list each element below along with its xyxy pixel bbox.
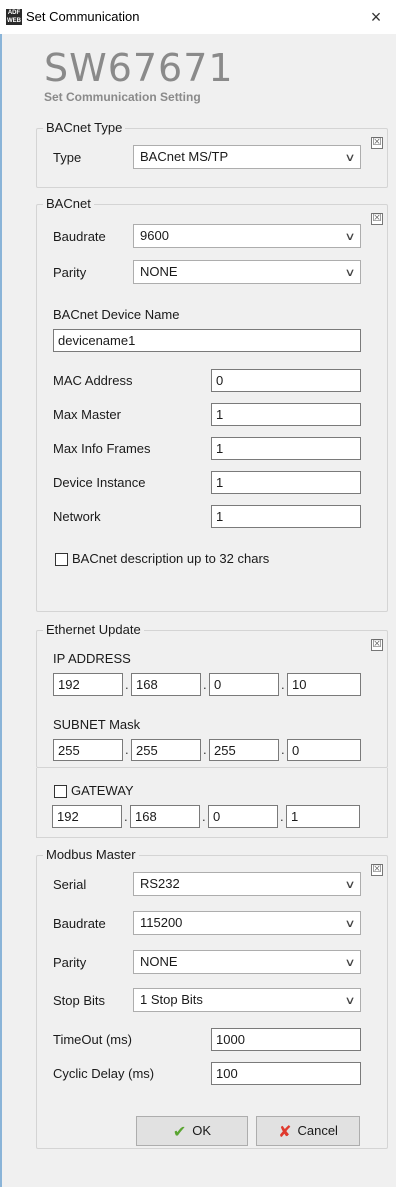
page-subtitle: Set Communication Setting xyxy=(44,90,201,104)
max-master-field[interactable]: 1 xyxy=(211,403,361,426)
modbus-baudrate-value: 115200 xyxy=(140,915,183,930)
ethernet-collapse-icon[interactable]: ☒ xyxy=(371,639,383,651)
subnet-separator: . xyxy=(281,742,285,757)
cyclic-delay-field[interactable]: 100 xyxy=(211,1062,361,1085)
ip-separator: . xyxy=(281,677,285,692)
window-title: Set Communication xyxy=(26,9,140,24)
device-instance-field[interactable]: 1 xyxy=(211,471,361,494)
chevron-down-icon: ∨ xyxy=(344,152,356,164)
bacnet-type-group: BACnet Type ☒ Type BACnet MS/TP ∨ xyxy=(36,120,388,188)
subnet-separator: . xyxy=(203,742,207,757)
modbus-master-group: Modbus Master ☒ Serial RS232 ∨ Baudrate … xyxy=(36,847,388,1149)
modbus-parity-value: NONE xyxy=(140,954,178,969)
desc32-label: BACnet description up to 32 chars xyxy=(72,551,270,566)
type-select[interactable]: BACnet MS/TP ∨ xyxy=(133,145,361,169)
product-code: SW67671 xyxy=(44,46,234,90)
subnet-separator: . xyxy=(125,742,129,757)
modbus-baudrate-label: Baudrate xyxy=(53,916,106,931)
device-name-label: BACnet Device Name xyxy=(53,307,180,322)
bacnet-parity-value: NONE xyxy=(140,264,178,279)
serial-label: Serial xyxy=(53,877,87,892)
serial-select[interactable]: RS232 ∨ xyxy=(133,872,361,896)
bacnet-baudrate-label: Baudrate xyxy=(53,229,106,244)
ip-octet-4[interactable]: 10 xyxy=(287,673,361,696)
window-left-border xyxy=(0,0,2,1187)
ok-button[interactable]: ✔ OK xyxy=(136,1116,248,1146)
stop-bits-value: 1 Stop Bits xyxy=(140,992,203,1007)
desc32-checkbox[interactable] xyxy=(55,553,68,566)
ip-separator: . xyxy=(203,677,207,692)
bacnet-group: BACnet ☒ Baudrate 9600 ∨ Parity NONE ∨ B… xyxy=(36,196,388,612)
bacnet-type-legend: BACnet Type xyxy=(43,120,126,136)
modbus-parity-label: Parity xyxy=(53,955,87,970)
bacnet-collapse-icon[interactable]: ☒ xyxy=(371,213,383,225)
modbus-baudrate-select[interactable]: 115200 ∨ xyxy=(133,911,361,935)
gateway-separator: . xyxy=(124,809,128,824)
chevron-down-icon: ∨ xyxy=(344,957,356,969)
network-field[interactable]: 1 xyxy=(211,505,361,528)
close-icon[interactable]: × xyxy=(364,5,388,29)
cancel-button[interactable]: ✘ Cancel xyxy=(256,1116,360,1146)
chevron-down-icon: ∨ xyxy=(344,995,356,1007)
cyclic-delay-label: Cyclic Delay (ms) xyxy=(53,1066,155,1081)
ip-separator: . xyxy=(125,677,129,692)
subnet-octet-4[interactable]: 0 xyxy=(287,739,361,761)
serial-select-value: RS232 xyxy=(140,876,180,891)
subnet-octet-2[interactable]: 255 xyxy=(131,739,201,761)
app-icon: ADF WEB xyxy=(6,9,22,25)
modbus-collapse-icon[interactable]: ☒ xyxy=(371,864,383,876)
ok-button-label: OK xyxy=(192,1123,212,1138)
gateway-octet-3[interactable]: 0 xyxy=(208,805,278,828)
subnet-mask-label: SUBNET Mask xyxy=(53,717,141,732)
type-select-value: BACnet MS/TP xyxy=(140,149,229,164)
ip-octet-1[interactable]: 192 xyxy=(53,673,123,696)
ip-octet-3[interactable]: 0 xyxy=(209,673,279,696)
max-info-frames-field[interactable]: 1 xyxy=(211,437,361,460)
timeout-field[interactable]: 1000 xyxy=(211,1028,361,1051)
cross-icon: ✘ xyxy=(278,1124,292,1141)
chevron-down-icon: ∨ xyxy=(344,879,356,891)
gateway-label: GATEWAY xyxy=(71,783,134,798)
ip-octet-2[interactable]: 168 xyxy=(131,673,201,696)
subnet-octet-3[interactable]: 255 xyxy=(209,739,279,761)
device-instance-label: Device Instance xyxy=(53,475,146,490)
max-info-frames-label: Max Info Frames xyxy=(53,441,151,456)
modbus-master-legend: Modbus Master xyxy=(43,847,139,863)
bacnet-baudrate-value: 9600 xyxy=(140,228,169,243)
chevron-down-icon: ∨ xyxy=(344,231,356,243)
gateway-octet-2[interactable]: 168 xyxy=(130,805,200,828)
bacnet-parity-select[interactable]: NONE ∨ xyxy=(133,260,361,284)
gateway-octet-1[interactable]: 192 xyxy=(52,805,122,828)
device-name-field[interactable]: devicename1 xyxy=(53,329,361,352)
subnet-octet-1[interactable]: 255 xyxy=(53,739,123,761)
chevron-down-icon: ∨ xyxy=(344,267,356,279)
max-master-label: Max Master xyxy=(53,407,121,422)
stop-bits-select[interactable]: 1 Stop Bits ∨ xyxy=(133,988,361,1012)
mac-address-field[interactable]: 0 xyxy=(211,369,361,392)
ip-address-label: IP ADDRESS xyxy=(53,651,131,666)
gateway-octet-4[interactable]: 1 xyxy=(286,805,360,828)
gateway-checkbox[interactable] xyxy=(54,785,67,798)
bacnet-baudrate-select[interactable]: 9600 ∨ xyxy=(133,224,361,248)
modbus-parity-select[interactable]: NONE ∨ xyxy=(133,950,361,974)
type-label: Type xyxy=(53,150,82,165)
network-label: Network xyxy=(53,509,101,524)
chevron-down-icon: ∨ xyxy=(344,918,356,930)
bacnet-parity-label: Parity xyxy=(53,265,87,280)
gateway-separator: . xyxy=(280,809,284,824)
bacnet-legend: BACnet xyxy=(43,196,94,212)
stop-bits-label: Stop Bits xyxy=(53,993,106,1008)
checkmark-icon: ✔ xyxy=(172,1124,187,1141)
mac-address-label: MAC Address xyxy=(53,373,133,388)
timeout-label: TimeOut (ms) xyxy=(53,1032,132,1047)
bacnet-type-collapse-icon[interactable]: ☒ xyxy=(371,137,383,149)
gateway-separator: . xyxy=(202,809,206,824)
ethernet-update-legend: Ethernet Update xyxy=(43,622,144,638)
title-bar: ADF WEB Set Communication × xyxy=(0,0,396,34)
set-communication-window: ADF WEB Set Communication × SW67671 Set … xyxy=(0,0,396,1187)
ethernet-update-group: Ethernet Update ☒ IP ADDRESS 192 . 168 .… xyxy=(36,622,388,768)
cancel-button-label: Cancel xyxy=(297,1123,338,1138)
